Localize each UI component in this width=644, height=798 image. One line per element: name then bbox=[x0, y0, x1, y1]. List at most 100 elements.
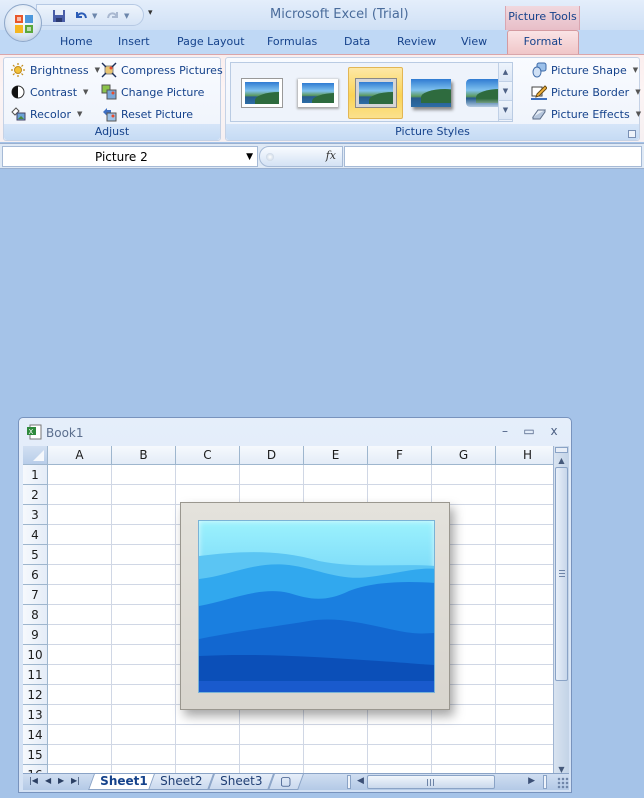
picture-style-metal-frame-selected[interactable] bbox=[348, 67, 403, 119]
last-sheet-button[interactable]: ▶| bbox=[71, 776, 80, 785]
column-header-g[interactable]: G bbox=[432, 446, 496, 465]
resize-grip-icon[interactable] bbox=[557, 777, 569, 789]
save-button[interactable] bbox=[51, 8, 67, 24]
redo-dropdown-icon[interactable]: ▼ bbox=[124, 12, 129, 20]
picture-style-drop-shadow-rectangle[interactable] bbox=[406, 67, 456, 119]
row-header-5[interactable]: 5 bbox=[23, 545, 48, 565]
undo-button[interactable] bbox=[73, 8, 89, 24]
picture-effects-icon bbox=[531, 106, 547, 122]
tab-formulas[interactable]: Formulas bbox=[267, 35, 317, 48]
minimize-button[interactable]: – bbox=[497, 424, 513, 438]
gallery-scroll-up-button[interactable]: ▲ bbox=[499, 63, 512, 82]
column-header-b[interactable]: B bbox=[112, 446, 176, 465]
horizontal-scroll-thumb[interactable] bbox=[367, 775, 495, 789]
picture-style-beveled-matte-white[interactable] bbox=[293, 67, 343, 119]
row-header-8[interactable]: 8 bbox=[23, 605, 48, 625]
dialog-launcher-icon[interactable] bbox=[628, 130, 636, 138]
gallery-scrollbar: ▲ ▼ ▼ bbox=[498, 63, 512, 121]
ribbon-tabs: Home Insert Page Layout Formulas Data Re… bbox=[0, 30, 644, 54]
reset-picture-button[interactable]: Reset Picture bbox=[101, 104, 193, 124]
sheet-tab-sheet3[interactable]: Sheet3 bbox=[208, 774, 275, 790]
previous-sheet-button[interactable]: ◀ bbox=[45, 776, 51, 785]
sheet-tab-sheet2[interactable]: Sheet2 bbox=[148, 774, 215, 790]
row-header-7[interactable]: 7 bbox=[23, 585, 48, 605]
picture-border-button[interactable]: Picture Border ▼ bbox=[531, 82, 641, 102]
worksheet-grid[interactable]: ABCDEFGH 1 2 3 4 5 6 7 8 9 10 11 12 13 14 15 16 bbox=[23, 446, 553, 776]
row-header-6[interactable]: 6 bbox=[23, 565, 48, 585]
tab-view[interactable]: View bbox=[461, 35, 487, 48]
picture-shape-button[interactable]: Picture Shape ▼ bbox=[531, 60, 638, 80]
tab-home[interactable]: Home bbox=[60, 35, 92, 48]
expand-handle-icon[interactable] bbox=[266, 153, 274, 161]
scroll-right-button[interactable]: ▶ bbox=[528, 776, 535, 786]
close-button[interactable]: x bbox=[546, 424, 562, 438]
select-all-button[interactable] bbox=[23, 446, 48, 465]
insert-worksheet-button[interactable]: ▢ bbox=[268, 774, 304, 790]
row-header-3[interactable]: 3 bbox=[23, 505, 48, 525]
redo-button[interactable] bbox=[105, 8, 121, 24]
gridline bbox=[48, 764, 553, 765]
tab-format[interactable]: Format bbox=[507, 30, 579, 54]
scroll-up-button[interactable]: ▲ bbox=[555, 456, 568, 465]
row-header-11[interactable]: 11 bbox=[23, 665, 48, 685]
style-preview-thumbnail bbox=[411, 79, 451, 107]
chevron-down-icon: ▼ bbox=[83, 88, 89, 96]
name-box[interactable]: Picture 2 ▼ bbox=[2, 146, 258, 167]
column-header-h[interactable]: H bbox=[496, 446, 553, 465]
column-header-d[interactable]: D bbox=[240, 446, 304, 465]
gridline bbox=[48, 724, 553, 725]
row-header-2[interactable]: 2 bbox=[23, 485, 48, 505]
office-button[interactable] bbox=[4, 4, 42, 42]
compress-pictures-icon bbox=[101, 62, 117, 78]
customize-qat-button[interactable]: ▾ bbox=[148, 8, 153, 18]
row-header-10[interactable]: 10 bbox=[23, 645, 48, 665]
tab-data[interactable]: Data bbox=[344, 35, 370, 48]
vertical-scroll-thumb[interactable] bbox=[555, 467, 568, 681]
adjust-group: Brightness ▼ Contrast ▼ Recolor ▼ Compress … bbox=[3, 57, 223, 141]
compress-pictures-button[interactable]: Compress Pictures bbox=[101, 60, 223, 80]
row-header-15[interactable]: 15 bbox=[23, 745, 48, 765]
contrast-button[interactable]: Contrast ▼ bbox=[10, 82, 88, 102]
vertical-split-handle[interactable] bbox=[555, 447, 568, 453]
contrast-label: Contrast bbox=[30, 85, 78, 99]
horizontal-split-handle[interactable] bbox=[543, 775, 547, 789]
insert-worksheet-icon: ▢ bbox=[280, 774, 292, 788]
column-header-f[interactable]: F bbox=[368, 446, 432, 465]
picture-style-simple-frame-white[interactable] bbox=[237, 67, 287, 119]
scroll-left-button[interactable]: ◀ bbox=[357, 776, 364, 786]
picture-effects-button[interactable]: Picture Effects ▼ bbox=[531, 104, 641, 124]
vertical-scrollbar[interactable]: ▲ ▼ bbox=[553, 446, 569, 776]
save-icon bbox=[53, 10, 65, 22]
recolor-button[interactable]: Recolor ▼ bbox=[10, 104, 82, 124]
picture-styles-group: ▲ ▼ ▼ Picture Shape ▼ Picture Border ▼ Pic… bbox=[225, 57, 641, 141]
undo-dropdown-icon[interactable]: ▼ bbox=[92, 12, 97, 20]
row-header-13[interactable]: 13 bbox=[23, 705, 48, 725]
restore-button[interactable]: ▭ bbox=[521, 424, 537, 438]
row-header-9[interactable]: 9 bbox=[23, 625, 48, 645]
tab-page-layout[interactable]: Page Layout bbox=[177, 35, 245, 48]
row-header-12[interactable]: 12 bbox=[23, 685, 48, 705]
horizontal-scrollbar[interactable]: ◀ ▶ bbox=[347, 775, 553, 789]
tab-review[interactable]: Review bbox=[397, 35, 436, 48]
gallery-scroll-down-button[interactable]: ▼ bbox=[499, 82, 512, 101]
gallery-more-button[interactable]: ▼ bbox=[499, 101, 512, 120]
formula-input[interactable] bbox=[344, 146, 642, 167]
style-preview-thumbnail bbox=[298, 79, 338, 107]
tab-split-handle[interactable] bbox=[347, 775, 351, 789]
row-header-14[interactable]: 14 bbox=[23, 725, 48, 745]
column-header-a[interactable]: A bbox=[48, 446, 112, 465]
row-header-4[interactable]: 4 bbox=[23, 525, 48, 545]
change-picture-button[interactable]: Change Picture bbox=[101, 82, 204, 102]
brightness-button[interactable]: Brightness ▼ bbox=[10, 60, 100, 80]
tab-insert[interactable]: Insert bbox=[118, 35, 150, 48]
insert-function-button[interactable]: fx bbox=[326, 149, 336, 162]
gridline bbox=[175, 465, 176, 776]
picture-2[interactable] bbox=[180, 502, 450, 710]
column-header-e[interactable]: E bbox=[304, 446, 368, 465]
next-sheet-button[interactable]: ▶ bbox=[58, 776, 64, 785]
row-header-1[interactable]: 1 bbox=[23, 465, 48, 485]
name-box-dropdown-icon[interactable]: ▼ bbox=[246, 152, 253, 162]
column-header-c[interactable]: C bbox=[176, 446, 240, 465]
contrast-icon bbox=[10, 84, 26, 100]
first-sheet-button[interactable]: |◀ bbox=[29, 776, 38, 785]
